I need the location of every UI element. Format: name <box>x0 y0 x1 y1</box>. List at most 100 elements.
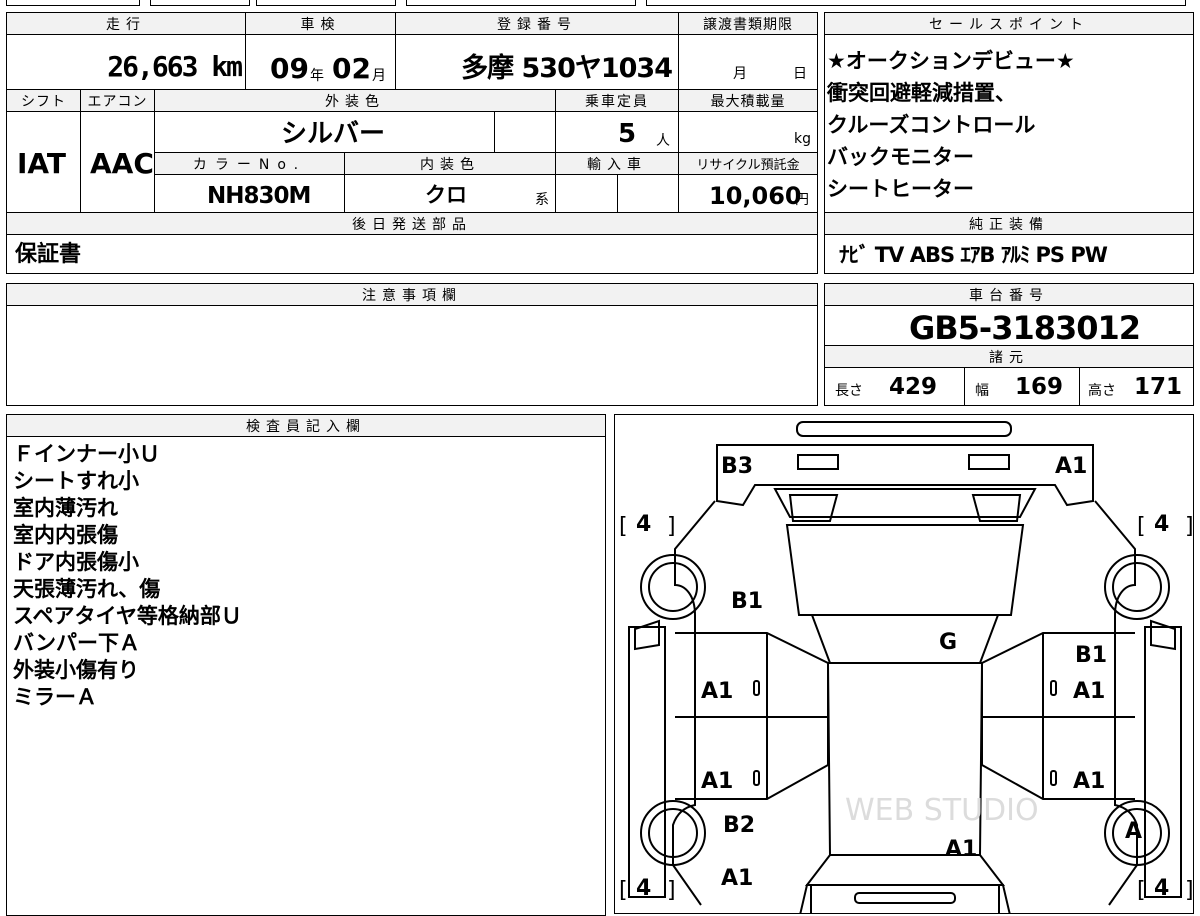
mark-rear-left: B3 <box>721 454 754 479</box>
mark-right-rear-quarter: B1 <box>1075 643 1108 668</box>
length-value: 429 <box>889 374 938 400</box>
sales-point-item: クルーズコントロール <box>827 113 1036 137</box>
notes-cell <box>6 305 818 406</box>
svg-text:[: [ <box>619 514 628 539</box>
aircon-value: AAC <box>90 147 154 180</box>
genuine-equipment-cell: ﾅﾋﾞ TV ABS ｴｱB ｱﾙﾐ PS PW <box>824 234 1194 274</box>
shaken-year-unit: 年 <box>310 68 324 84</box>
mark-right-front-wheel: A <box>1125 819 1143 844</box>
aircon-header: エアコン <box>80 89 155 112</box>
height-label: 高さ <box>1088 383 1116 399</box>
color-no-header: カラーNo. <box>154 152 345 175</box>
inspector-line: バンパー下Ａ <box>13 631 141 655</box>
inspector-line: Ｆインナー小Ｕ <box>13 442 160 466</box>
svg-text:[: [ <box>1137 878 1146 903</box>
import-header: 輸入車 <box>555 152 679 175</box>
svg-text:]: ] <box>667 878 676 903</box>
inspector-cell: Ｆインナー小Ｕ シートすれ小 室内薄汚れ 室内内張傷 ドア内張傷小 天張薄汚れ、… <box>6 436 606 916</box>
car-diagram-panel: [] [] [] [] WEB STUDIO 4 4 4 4 B3 A1 B1 … <box>614 414 1194 914</box>
chassis-cell: GB5-3183012 <box>824 305 1194 346</box>
genuine-equipment-value: ﾅﾋﾞ TV ABS ｴｱB ｱﾙﾐ PS PW <box>839 243 1108 267</box>
reg-no-value: 多摩 530ヤ1034 <box>461 53 673 84</box>
recycle-unit: 円 <box>795 192 809 208</box>
exterior-color-header: 外装色 <box>154 89 556 112</box>
inspector-line: ミラーＡ <box>13 685 97 709</box>
transfer-day: 日 <box>793 66 807 82</box>
shaken-cell: 09 年 02 月 <box>245 34 396 90</box>
inspector-line: シートすれ小 <box>13 469 139 493</box>
length-label: 長さ <box>835 383 863 399</box>
sales-points-cell: ★オークションデビュー★ 衝突回避軽減措置、 クルーズコントロール バックモニタ… <box>824 34 1194 213</box>
color-no-cell: NH830M <box>154 174 345 213</box>
aircon-cell: AAC <box>80 111 155 213</box>
mark-rear-right: A1 <box>1055 454 1088 479</box>
capacity-cell: 5 人 <box>555 111 679 153</box>
shift-cell: IAT <box>6 111 81 213</box>
exterior-color-extra-cell <box>494 111 556 153</box>
top-strip <box>6 0 1194 6</box>
shaken-year: 09 <box>270 52 309 85</box>
mark-right-front-door: A1 <box>1073 769 1106 794</box>
inspector-line: 室内内張傷 <box>13 523 118 547</box>
inspector-header: 検査員記入欄 <box>6 414 606 437</box>
capacity-value: 5 <box>618 119 637 149</box>
shaken-month: 02 <box>332 52 371 85</box>
mark-front-left: A1 <box>721 866 754 891</box>
mark-left-rear-quarter: B1 <box>731 589 764 614</box>
transfer-deadline-cell: 月 日 <box>678 34 818 90</box>
height-value: 171 <box>1134 374 1183 400</box>
sales-point-item: シートヒーター <box>827 177 974 201</box>
shift-header: シフト <box>6 89 81 112</box>
svg-text:]: ] <box>1185 878 1194 903</box>
capacity-header: 乗車定員 <box>555 89 679 112</box>
mileage-value: 26,663 km <box>107 50 243 83</box>
max-load-header: 最大積載量 <box>678 89 818 112</box>
recycle-header: リサイクル預託金 <box>678 152 818 175</box>
svg-text:]: ] <box>1185 514 1194 539</box>
length-cell: 長さ 429 <box>824 367 965 406</box>
svg-text:[: [ <box>619 878 628 903</box>
recycle-value: 10,060 <box>709 182 802 210</box>
sales-point-item: ★オークションデビュー★ <box>827 49 1075 73</box>
notes-header: 注意事項欄 <box>6 283 818 306</box>
transfer-deadline-header: 譲渡書類期限 <box>678 12 818 35</box>
max-load-cell: kg <box>678 111 818 153</box>
later-parts-value: 保証書 <box>15 242 82 267</box>
svg-text:[: [ <box>1137 514 1146 539</box>
capacity-unit: 人 <box>656 133 670 149</box>
mileage-header: 走行 <box>6 12 246 35</box>
interior-color-header: 内装色 <box>344 152 556 175</box>
inspector-line: 室内薄汚れ <box>13 496 118 520</box>
reg-no-header: 登録番号 <box>395 12 679 35</box>
inspector-line: ドア内張傷小 <box>13 550 139 574</box>
shaken-month-unit: 月 <box>372 68 386 84</box>
chassis-value: GB5-3183012 <box>909 309 1141 347</box>
mileage-cell: 26,663 km <box>6 34 246 90</box>
mark-left-front-fender: B2 <box>723 813 756 838</box>
inspector-line: スペアタイヤ等格納部Ｕ <box>13 604 242 628</box>
mark-roof: G <box>939 630 958 655</box>
genuine-equipment-header: 純正装備 <box>824 212 1194 235</box>
later-parts-header: 後日発送部品 <box>6 212 818 235</box>
width-cell: 幅 169 <box>964 367 1080 406</box>
exterior-color-cell: シルバー <box>154 111 495 153</box>
mark-hood: A1 <box>945 837 978 862</box>
mark-right-rear-door: A1 <box>1073 679 1106 704</box>
car-diagram: [] [] [] [] WEB STUDIO <box>619 421 1194 913</box>
recycle-cell: 10,060 円 <box>678 174 818 213</box>
shaken-header: 車検 <box>245 12 396 35</box>
later-parts-cell: 保証書 <box>6 234 818 274</box>
height-cell: 高さ 171 <box>1079 367 1194 406</box>
inspector-line: 天張薄汚れ、傷 <box>13 577 161 601</box>
color-no-value: NH830M <box>207 183 311 209</box>
interior-color-cell: クロ 系 <box>344 174 556 213</box>
import-cell-a <box>555 174 618 213</box>
sales-points-list: ★オークションデビュー★ 衝突回避軽減措置、 クルーズコントロール バックモニタ… <box>827 45 1075 205</box>
interior-suffix: 系 <box>535 192 549 208</box>
tire-rating-front-left: 4 <box>636 876 652 901</box>
tire-rating-rear-right: 4 <box>1154 512 1170 537</box>
chassis-header: 車台番号 <box>824 283 1194 306</box>
max-load-unit: kg <box>794 131 811 147</box>
mark-left-rear-door: A1 <box>701 679 734 704</box>
transfer-month: 月 <box>733 66 747 82</box>
